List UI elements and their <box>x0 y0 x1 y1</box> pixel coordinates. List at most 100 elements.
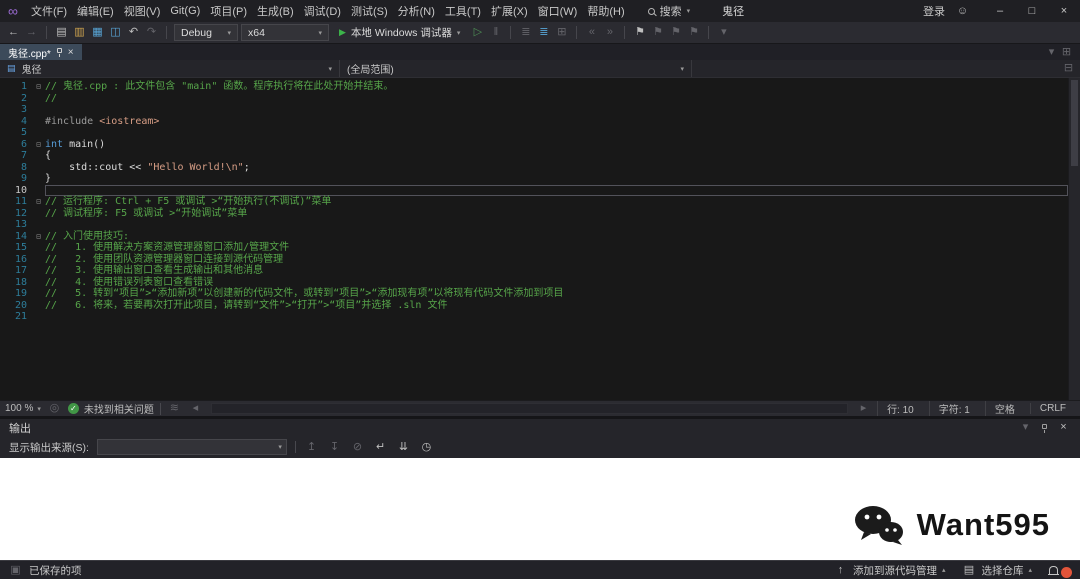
fold-collapse-icon[interactable]: ⊟ <box>32 196 45 208</box>
code-line-5[interactable]: 5 <box>0 127 1068 139</box>
code-line-8[interactable]: 8 std::cout << "Hello World!\n"; <box>0 162 1068 174</box>
code-line-13[interactable]: 13 <box>0 219 1068 231</box>
line-ending-indicator[interactable]: CRLF <box>1030 403 1075 414</box>
notifications-button[interactable] <box>1049 566 1072 574</box>
code-text[interactable] <box>45 127 1068 139</box>
code-text[interactable]: #include <iostream> <box>45 116 1068 128</box>
fold-collapse-icon[interactable]: ⊟ <box>32 81 45 93</box>
code-text[interactable]: // 鬼径.cpp : 此文件包含 "main" 函数。程序执行将在此处开始并结… <box>45 81 1068 93</box>
code-text[interactable] <box>45 311 1068 323</box>
scrollbar-thumb[interactable] <box>1071 80 1078 166</box>
navigate-forward-icon[interactable]: → <box>24 27 39 38</box>
window-layout-icon[interactable]: ⊞ <box>1059 47 1074 58</box>
code-text[interactable]: // 5. 转到“项目”>“添加新项”以创建新的代码文件，或转到“项目”>“添加… <box>45 288 1068 300</box>
code-line-11[interactable]: 11⊟// 运行程序: Ctrl + F5 或调试 >“开始执行(不调试)”菜单 <box>0 196 1068 208</box>
code-text[interactable]: // 1. 使用解决方案资源管理器窗口添加/管理文件 <box>45 242 1068 254</box>
solution-configuration-select[interactable]: Debug ▾ <box>174 24 238 41</box>
code-line-1[interactable]: 1⊟// 鬼径.cpp : 此文件包含 "main" 函数。程序执行将在此处开始… <box>0 81 1068 93</box>
vertical-scrollbar[interactable] <box>1068 78 1080 400</box>
goto-next-message-icon[interactable]: ↧ <box>327 442 342 453</box>
redo-icon[interactable]: ↷ <box>144 27 159 38</box>
code-lines[interactable]: 1⊟// 鬼径.cpp : 此文件包含 "main" 函数。程序执行将在此处开始… <box>0 78 1068 400</box>
code-text[interactable]: std::cout << "Hello World!\n"; <box>45 162 1068 174</box>
next-bookmark-icon[interactable]: ⚑ <box>668 27 683 38</box>
code-editor[interactable]: 1⊟// 鬼径.cpp : 此文件包含 "main" 函数。程序执行将在此处开始… <box>0 78 1080 400</box>
menu-item[interactable]: 视图(V) <box>119 3 166 19</box>
add-to-source-control-button[interactable]: ↑ 添加到源代码管理 ▴ <box>828 563 951 578</box>
previous-bookmark-icon[interactable]: ⚑ <box>650 27 665 38</box>
output-panel-header[interactable]: 输出 ▾ × <box>0 419 1080 436</box>
clear-bookmarks-icon[interactable]: ⚑ <box>686 27 701 38</box>
line-indicator[interactable]: 行: 10 <box>877 401 923 416</box>
code-line-2[interactable]: 2// <box>0 93 1068 105</box>
split-window-icon[interactable]: ⊟ <box>1061 63 1076 74</box>
code-line-7[interactable]: 7{ <box>0 150 1068 162</box>
menu-item[interactable]: 测试(S) <box>346 3 393 19</box>
code-line-4[interactable]: 4#include <iostream> <box>0 116 1068 128</box>
code-line-18[interactable]: 18// 4. 使用错误列表窗口查看错误 <box>0 277 1068 289</box>
toggle-bookmark-icon[interactable]: ⚑ <box>632 27 647 38</box>
scroll-right-icon[interactable]: ▸ <box>856 403 871 414</box>
menu-item[interactable]: 扩展(X) <box>486 3 533 19</box>
indent-mode-indicator[interactable]: 空格 <box>985 401 1024 416</box>
document-health-indicator[interactable]: ✓ 未找到相关问题 <box>68 401 154 416</box>
feedback-icon[interactable]: ☺ <box>955 6 970 17</box>
decrease-indent-icon[interactable]: « <box>584 27 599 38</box>
code-text[interactable] <box>45 104 1068 116</box>
minimize-button[interactable]: – <box>984 0 1016 22</box>
code-line-17[interactable]: 17// 3. 使用输出窗口查看生成输出和其他消息 <box>0 265 1068 277</box>
pin-icon[interactable] <box>1042 424 1047 429</box>
close-icon[interactable]: × <box>1056 422 1071 433</box>
horizontal-scrollbar[interactable] <box>211 403 848 414</box>
chevron-down-icon[interactable]: ▾ <box>1018 422 1033 433</box>
save-icon[interactable]: ▦ <box>90 27 105 38</box>
close-button[interactable]: × <box>1048 0 1080 22</box>
code-text[interactable]: { <box>45 150 1068 162</box>
code-line-10[interactable]: 10 <box>0 185 1068 197</box>
code-line-12[interactable]: 12// 调试程序: F5 或调试 >“开始调试”菜单 <box>0 208 1068 220</box>
fold-collapse-icon[interactable]: ⊟ <box>32 231 45 243</box>
new-file-icon[interactable]: ▤ <box>54 27 69 38</box>
code-text[interactable]: // 运行程序: Ctrl + F5 或调试 >“开始执行(不调试)”菜单 <box>45 196 1068 208</box>
menu-item[interactable]: 文件(F) <box>26 3 72 19</box>
output-source-select[interactable]: ▾ <box>97 439 287 455</box>
clear-all-output-icon[interactable]: ⊘ <box>350 442 365 453</box>
tab-list-chevron-icon[interactable]: ▾ <box>1044 47 1059 58</box>
undo-icon[interactable]: ↶ <box>126 27 141 38</box>
goto-previous-message-icon[interactable]: ↥ <box>304 442 319 453</box>
code-text[interactable]: // 2. 使用团队资源管理器窗口连接到源代码管理 <box>45 254 1068 266</box>
toggle-word-wrap-icon[interactable]: ↵ <box>373 442 388 453</box>
code-text[interactable]: // 4. 使用错误列表窗口查看错误 <box>45 277 1068 289</box>
pin-icon[interactable] <box>57 48 62 53</box>
code-line-16[interactable]: 16// 2. 使用团队资源管理器窗口连接到源代码管理 <box>0 254 1068 266</box>
live-share-icon[interactable]: ◎ <box>47 403 62 414</box>
zoom-select[interactable]: 100 % ▾ <box>5 403 41 414</box>
search-box[interactable]: 搜索 ▾ <box>642 3 697 19</box>
code-line-6[interactable]: 6⊟int main() <box>0 139 1068 151</box>
code-text[interactable]: int main() <box>45 139 1068 151</box>
menu-item[interactable]: 调试(D) <box>299 3 346 19</box>
code-text[interactable] <box>45 219 1068 231</box>
project-scope-dropdown[interactable]: ▤ 鬼径 ▾ <box>0 60 340 77</box>
code-line-21[interactable]: 21 <box>0 311 1068 323</box>
solution-platform-select[interactable]: x64 ▾ <box>241 24 329 41</box>
start-debugging-button[interactable]: ▶ 本地 Windows 调试器 ▾ <box>332 25 467 40</box>
menu-item[interactable]: 帮助(H) <box>582 3 629 19</box>
break-all-icon[interactable]: ‖ <box>488 27 503 38</box>
menu-item[interactable]: 编辑(E) <box>72 3 119 19</box>
select-repository-button[interactable]: ▤ 选择仓库 ▴ <box>956 563 1037 578</box>
show-all-files-icon[interactable]: ⊞ <box>554 27 569 38</box>
scroll-left-icon[interactable]: ◂ <box>188 403 203 414</box>
menu-item[interactable]: 工具(T) <box>440 3 486 19</box>
close-icon[interactable]: × <box>68 47 74 58</box>
code-text[interactable]: // 6. 将来，若要再次打开此项目，请转到“文件”>“打开”>“项目”并选择 … <box>45 300 1068 312</box>
menu-item[interactable]: Git(G) <box>165 5 205 17</box>
code-line-19[interactable]: 19// 5. 转到“项目”>“添加新项”以创建新的代码文件，或转到“项目”>“… <box>0 288 1068 300</box>
code-text[interactable]: } <box>45 173 1068 185</box>
auto-scroll-icon[interactable]: ⇊ <box>396 442 411 453</box>
history-clock-icon[interactable]: ◷ <box>419 442 434 453</box>
code-line-14[interactable]: 14⊟// 入门使用技巧: <box>0 231 1068 243</box>
fold-collapse-icon[interactable]: ⊟ <box>32 139 45 151</box>
tab-guijing-cpp[interactable]: 鬼径.cpp* × <box>0 44 82 60</box>
code-text[interactable]: // 调试程序: F5 或调试 >“开始调试”菜单 <box>45 208 1068 220</box>
